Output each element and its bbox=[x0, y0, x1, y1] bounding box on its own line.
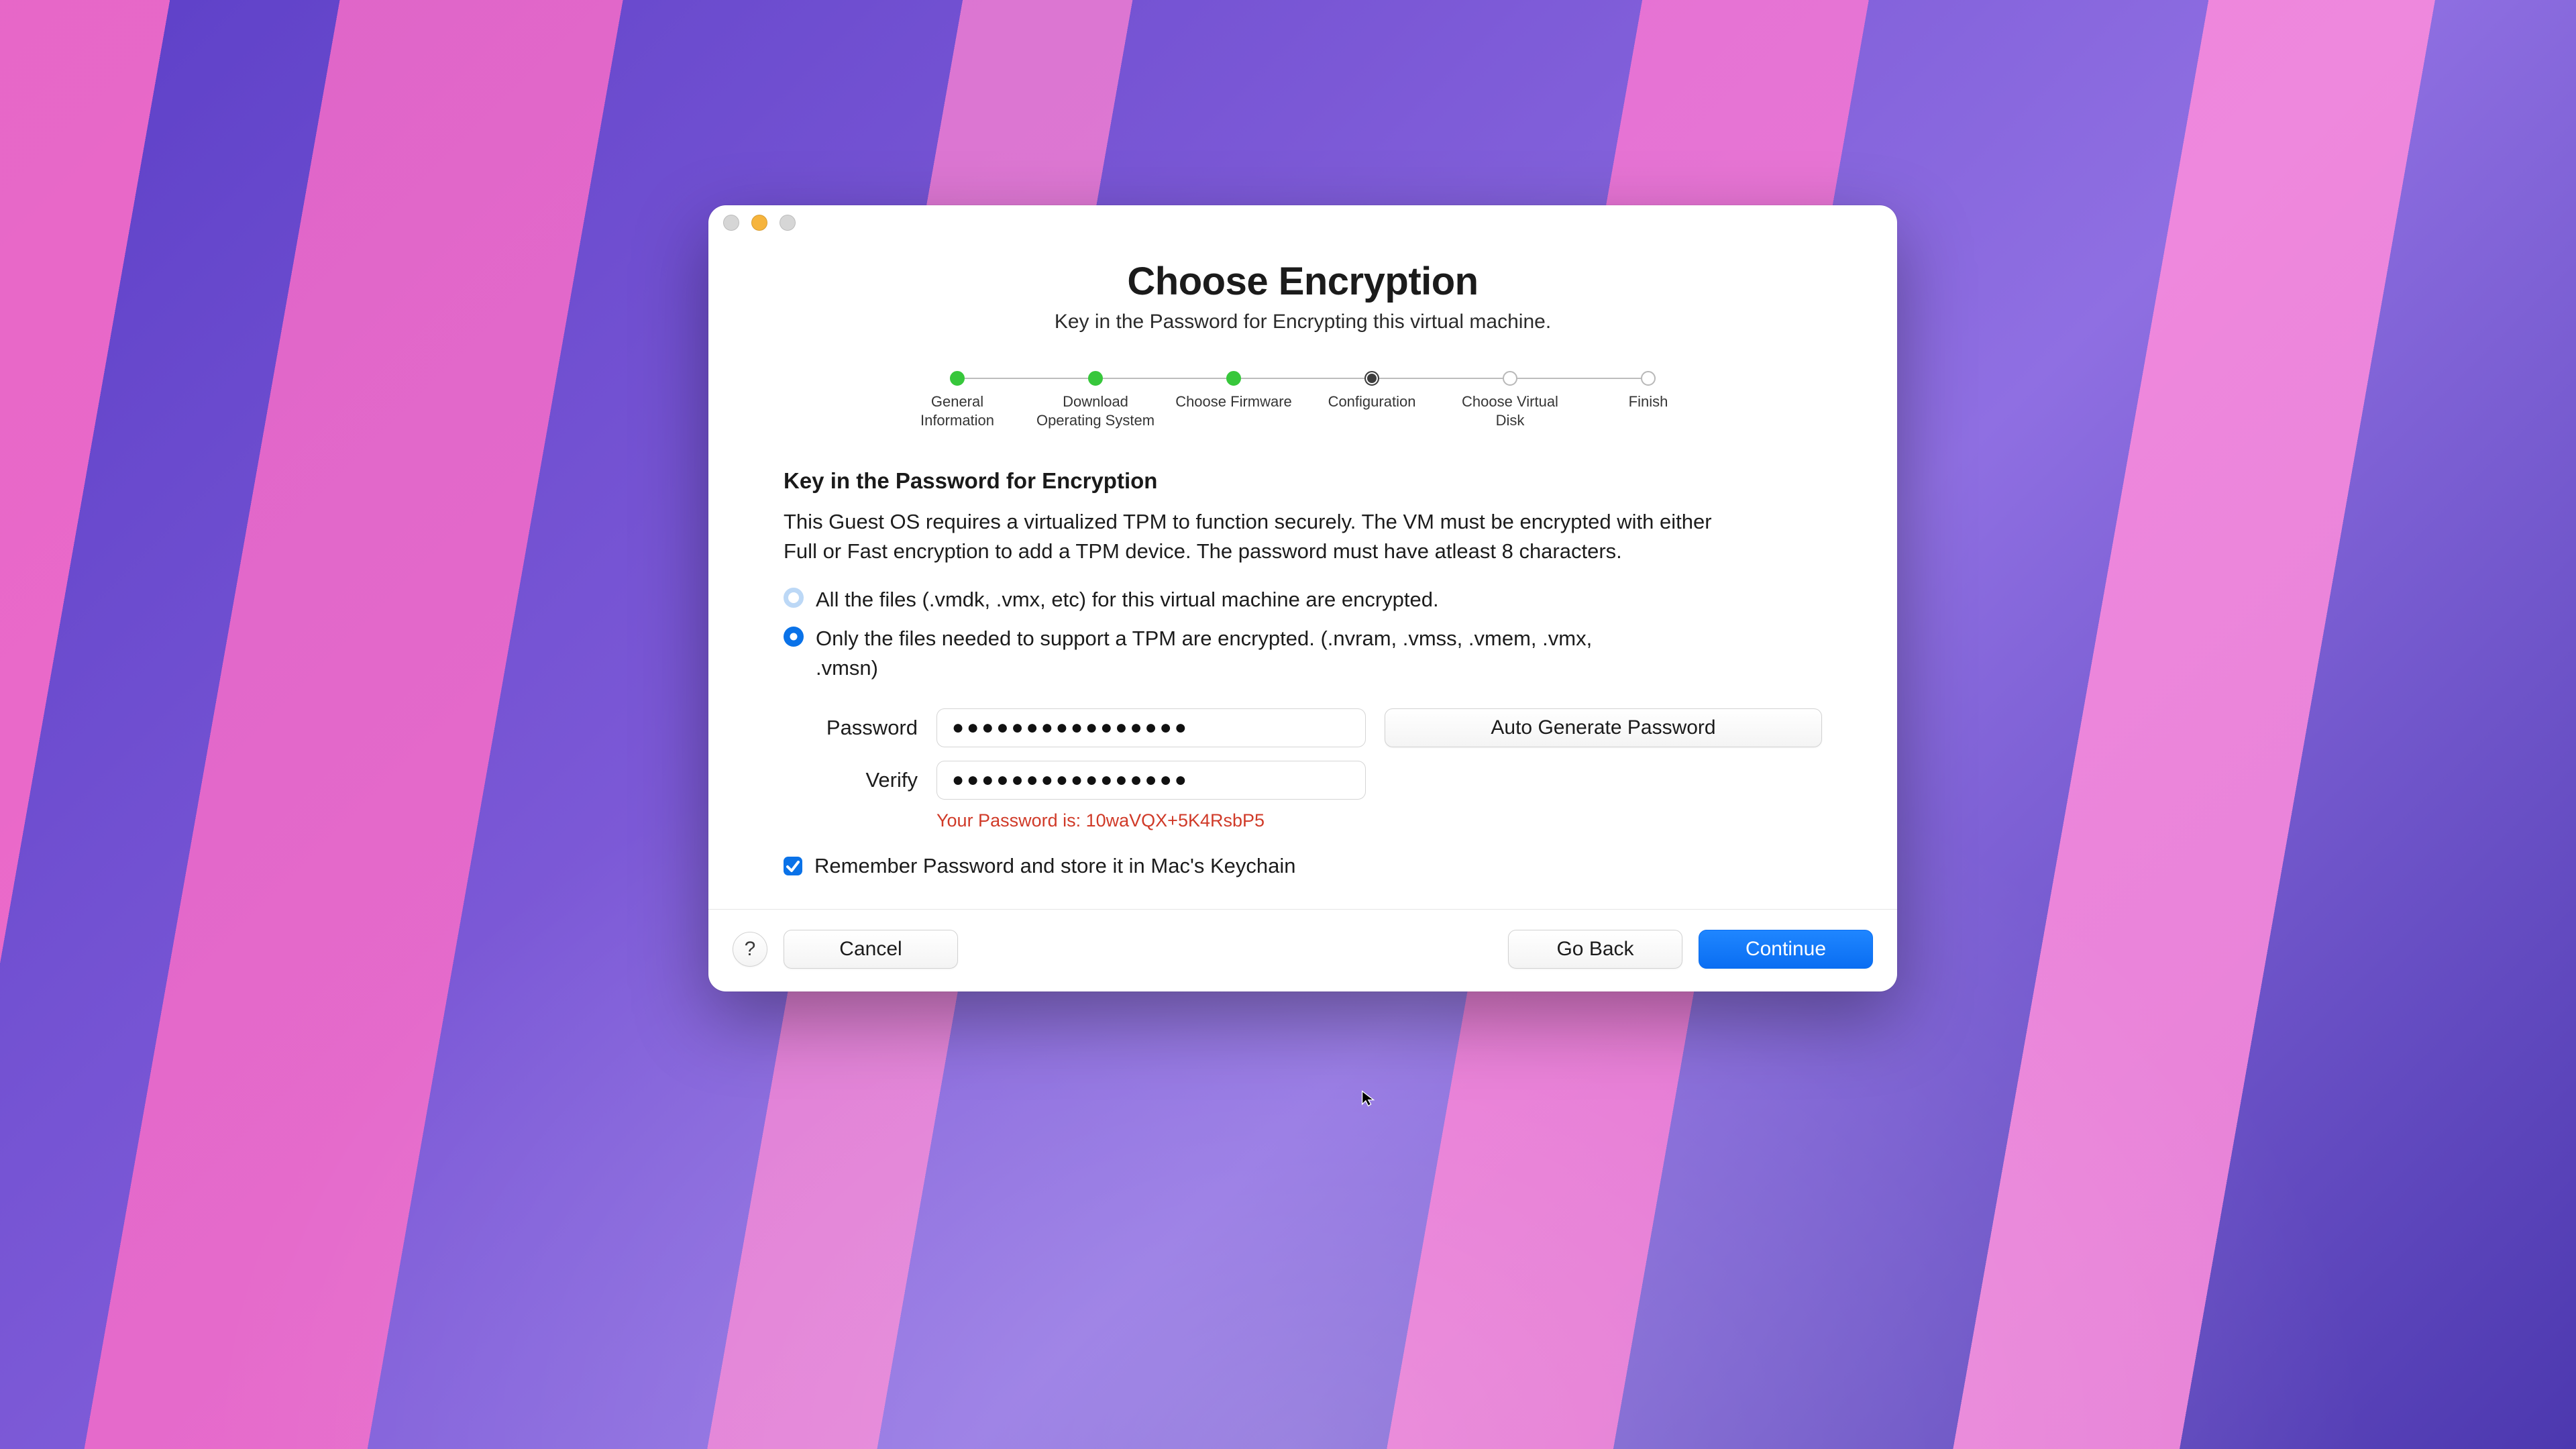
verify-label: Verify bbox=[784, 768, 918, 792]
radio-label: Only the files needed to support a TPM a… bbox=[816, 624, 1648, 683]
radio-label: All the files (.vmdk, .vmx, etc) for thi… bbox=[816, 585, 1439, 614]
window-titlebar bbox=[708, 205, 1897, 240]
step-connector bbox=[1379, 378, 1503, 379]
checkbox-checked-icon bbox=[784, 857, 802, 875]
dialog-title: Choose Encryption bbox=[735, 259, 1870, 304]
dialog-subtitle: Key in the Password for Encrypting this … bbox=[735, 311, 1870, 333]
password-disclosure-value: 10waVQX+5K4RsbP5 bbox=[1086, 810, 1265, 830]
wizard-stepper: General Information Download Operating S… bbox=[861, 371, 1744, 429]
auto-generate-password-button[interactable]: Auto Generate Password bbox=[1385, 708, 1822, 747]
dialog-header: Choose Encryption Key in the Password fo… bbox=[708, 240, 1897, 333]
step-label: Download Operating System bbox=[1035, 392, 1156, 429]
step-configuration: Configuration bbox=[1303, 371, 1441, 411]
step-connector bbox=[1103, 378, 1226, 379]
password-disclosure-text: Your Password is: 10waVQX+5K4RsbP5 bbox=[936, 810, 1822, 831]
dialog-footer: ? Cancel Go Back Continue bbox=[708, 909, 1897, 991]
password-disclosure-prefix: Your Password is: bbox=[936, 810, 1086, 830]
section-heading: Key in the Password for Encryption bbox=[784, 468, 1822, 494]
encryption-dialog: Choose Encryption Key in the Password fo… bbox=[708, 205, 1897, 991]
encryption-mode-radio-group: All the files (.vmdk, .vmx, etc) for thi… bbox=[784, 585, 1822, 683]
radio-checked-icon bbox=[784, 627, 804, 647]
step-dot-icon bbox=[950, 371, 965, 386]
window-minimize-button[interactable] bbox=[751, 215, 767, 231]
step-label: Choose Firmware bbox=[1175, 392, 1292, 411]
continue-button[interactable]: Continue bbox=[1699, 930, 1873, 969]
step-dot-icon bbox=[1503, 371, 1517, 386]
radio-unchecked-icon bbox=[784, 588, 804, 608]
step-general-information: General Information bbox=[888, 371, 1026, 429]
step-dot-icon bbox=[1226, 371, 1241, 386]
password-label: Password bbox=[784, 716, 918, 740]
step-finish: Finish bbox=[1579, 371, 1717, 411]
step-connector bbox=[1241, 378, 1364, 379]
step-dot-icon bbox=[1088, 371, 1103, 386]
window-close-button[interactable] bbox=[723, 215, 739, 231]
step-label: Choose Virtual Disk bbox=[1450, 392, 1570, 429]
step-download-os: Download Operating System bbox=[1026, 371, 1165, 429]
section-body-text: This Guest OS requires a virtualized TPM… bbox=[784, 507, 1736, 566]
cancel-button[interactable]: Cancel bbox=[784, 930, 958, 969]
step-choose-virtual-disk: Choose Virtual Disk bbox=[1441, 371, 1579, 429]
step-dot-icon bbox=[1364, 371, 1379, 386]
window-zoom-button[interactable] bbox=[780, 215, 796, 231]
remember-password-checkbox[interactable]: Remember Password and store it in Mac's … bbox=[784, 854, 1822, 878]
dialog-content: Key in the Password for Encryption This … bbox=[708, 429, 1897, 878]
go-back-button[interactable]: Go Back bbox=[1508, 930, 1682, 969]
step-connector bbox=[965, 378, 1088, 379]
step-label: Configuration bbox=[1328, 392, 1416, 411]
help-button[interactable]: ? bbox=[733, 932, 767, 967]
radio-fast-encryption[interactable]: Only the files needed to support a TPM a… bbox=[784, 624, 1822, 683]
verify-password-input[interactable] bbox=[936, 761, 1366, 800]
step-connector bbox=[1517, 378, 1641, 379]
step-label: Finish bbox=[1629, 392, 1668, 411]
password-input[interactable] bbox=[936, 708, 1366, 747]
step-label: General Information bbox=[897, 392, 1018, 429]
step-choose-firmware: Choose Firmware bbox=[1165, 371, 1303, 411]
radio-full-encryption[interactable]: All the files (.vmdk, .vmx, etc) for thi… bbox=[784, 585, 1822, 614]
step-dot-icon bbox=[1641, 371, 1656, 386]
checkbox-label: Remember Password and store it in Mac's … bbox=[814, 854, 1296, 878]
password-form: Password Auto Generate Password Verify Y… bbox=[784, 708, 1822, 831]
